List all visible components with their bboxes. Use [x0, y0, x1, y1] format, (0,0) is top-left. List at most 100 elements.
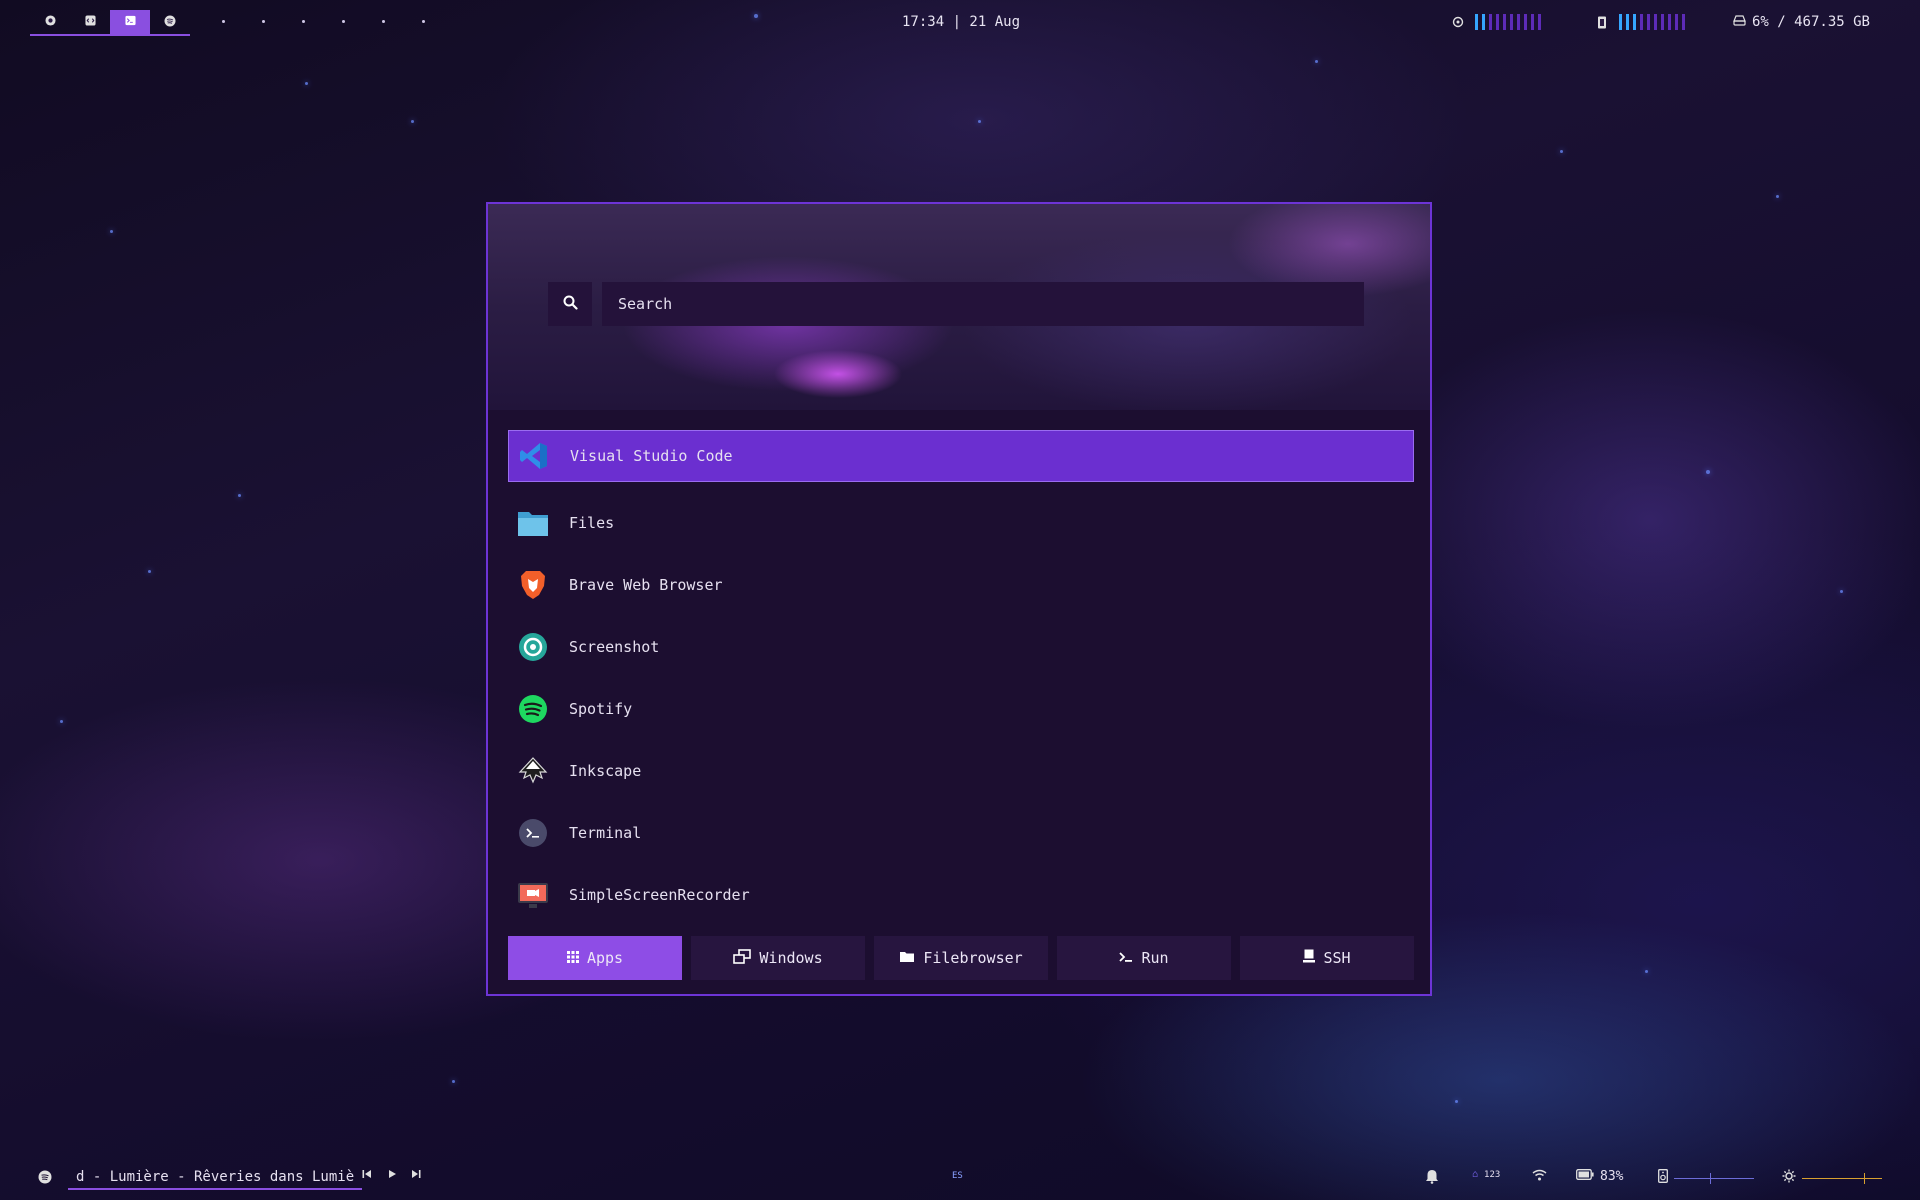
- mode-label: Filebrowser: [923, 949, 1023, 967]
- previous-track-button[interactable]: [362, 1169, 372, 1182]
- mode-ssh-button[interactable]: SSH: [1240, 936, 1414, 980]
- workspace-switcher: [30, 10, 190, 36]
- mode-label: Apps: [586, 949, 624, 967]
- list-item-label: Inkscape: [569, 762, 642, 780]
- battery-indicator: 83%: [1576, 1169, 1623, 1184]
- lock-icon: ⌂: [1472, 1169, 1479, 1180]
- numlock-indicator: ⌂ 123: [1472, 1169, 1500, 1180]
- numlock-text: 123: [1484, 1169, 1501, 1180]
- list-item-label: Screenshot: [569, 638, 660, 656]
- now-playing-title[interactable]: d - Lumière - Rêveries dans Lumiè: [68, 1169, 363, 1190]
- volume-control[interactable]: [1658, 1169, 1754, 1187]
- disk-usage: 6% / 467.35 GB: [1733, 14, 1870, 30]
- meter-bar: [1503, 14, 1506, 30]
- mode-label: Windows: [759, 949, 823, 967]
- meter-bar: [1619, 14, 1622, 30]
- meter-bar: [1640, 14, 1643, 30]
- search-icon: [563, 295, 578, 314]
- next-track-button[interactable]: [411, 1169, 421, 1182]
- list-item[interactable]: Screenshot: [508, 616, 1414, 678]
- app-list: Visual Studio Code Files Brave Web Brows…: [508, 430, 1414, 926]
- vscode-icon: [517, 439, 551, 473]
- workspace-empty[interactable]: [422, 20, 425, 23]
- workspace-empty[interactable]: [342, 20, 345, 23]
- slider-knob[interactable]: [1864, 1173, 1866, 1184]
- windows-icon: [733, 948, 752, 968]
- workspace-empty[interactable]: [382, 20, 385, 23]
- spotify-icon: [516, 692, 550, 726]
- meter-bar: [1489, 14, 1492, 30]
- list-item[interactable]: Inkscape: [508, 740, 1414, 802]
- list-item[interactable]: Terminal: [508, 802, 1414, 864]
- volume-slider[interactable]: [1674, 1173, 1754, 1184]
- meter-bar: [1661, 14, 1664, 30]
- workspace-code[interactable]: [70, 10, 110, 34]
- inkscape-icon: [516, 754, 550, 788]
- brave-icon: [516, 568, 550, 602]
- list-item-label: Visual Studio Code: [570, 447, 733, 465]
- workspace-spotify[interactable]: [150, 10, 190, 34]
- bell-icon: [1425, 1169, 1439, 1188]
- meter-bar: [1626, 14, 1629, 30]
- network-button[interactable]: [1532, 1169, 1547, 1185]
- workspace-empty[interactable]: [302, 20, 305, 23]
- notifications-button[interactable]: [1425, 1169, 1439, 1188]
- screenshot-icon: [516, 630, 550, 664]
- mode-windows-button[interactable]: Windows: [691, 936, 865, 980]
- meter-bar: [1647, 14, 1650, 30]
- brightness-slider[interactable]: [1802, 1173, 1882, 1184]
- workspace-empty[interactable]: [262, 20, 265, 23]
- search-input[interactable]: [602, 282, 1364, 326]
- harddisk-icon: [1733, 14, 1746, 30]
- brightness-control[interactable]: [1782, 1169, 1882, 1187]
- meter-bar: [1475, 14, 1478, 30]
- chrome-icon: [44, 15, 56, 29]
- battery-icon: [1576, 1169, 1594, 1184]
- meter-bar: [1675, 14, 1678, 30]
- terminal-icon: [516, 816, 550, 850]
- list-item-label: Terminal: [569, 824, 642, 842]
- meter-bar: [1482, 14, 1485, 30]
- list-item[interactable]: Visual Studio Code: [508, 430, 1414, 482]
- app-launcher: Visual Studio Code Files Brave Web Brows…: [486, 202, 1432, 996]
- meter-bar: [1682, 14, 1685, 30]
- mode-label: SSH: [1323, 949, 1351, 967]
- grid-icon: [566, 949, 579, 967]
- mode-filebrowser-button[interactable]: Filebrowser: [874, 936, 1048, 980]
- list-item[interactable]: SimpleScreenRecorder: [508, 864, 1414, 926]
- play-button[interactable]: [387, 1169, 397, 1182]
- meter-bar: [1531, 14, 1534, 30]
- top-bar: 17:34 | 21 Aug 6% / 467.35 GB: [0, 0, 1920, 46]
- memory-icon: [1595, 15, 1609, 29]
- prompt-icon: [1119, 949, 1133, 967]
- sun-icon: [1782, 1169, 1796, 1187]
- folder-icon: [516, 506, 550, 540]
- mode-run-button[interactable]: Run: [1057, 936, 1231, 980]
- keyboard-layout[interactable]: ES: [952, 1171, 963, 1181]
- workspace-terminal[interactable]: [110, 10, 150, 34]
- folder-icon: [899, 949, 915, 967]
- mode-label: Run: [1141, 949, 1169, 967]
- list-item-label: Files: [569, 514, 615, 532]
- search-button[interactable]: [548, 282, 592, 326]
- cpu-icon: [1451, 15, 1465, 29]
- slider-track: [1802, 1178, 1882, 1179]
- terminal-icon: [124, 15, 136, 29]
- meter-bar: [1633, 14, 1636, 30]
- list-item[interactable]: Files: [508, 492, 1414, 554]
- workspace-chrome[interactable]: [30, 10, 70, 34]
- cpu-meter: [1451, 14, 1541, 30]
- list-item[interactable]: Spotify: [508, 678, 1414, 740]
- bottom-bar: d - Lumière - Rêveries dans Lumiè ES ⌂ 1…: [0, 1160, 1920, 1200]
- meter-bar: [1524, 14, 1527, 30]
- slider-knob[interactable]: [1710, 1173, 1711, 1184]
- workspace-empty[interactable]: [222, 20, 225, 23]
- recorder-icon: [516, 878, 550, 912]
- computer-icon: [1303, 949, 1316, 967]
- list-item[interactable]: Brave Web Browser: [508, 554, 1414, 616]
- mode-apps-button[interactable]: Apps: [508, 936, 682, 980]
- list-item-label: Spotify: [569, 700, 633, 718]
- spotify-icon: [164, 15, 176, 30]
- list-item-label: Brave Web Browser: [569, 576, 723, 594]
- skip-forward-icon: [411, 1169, 421, 1182]
